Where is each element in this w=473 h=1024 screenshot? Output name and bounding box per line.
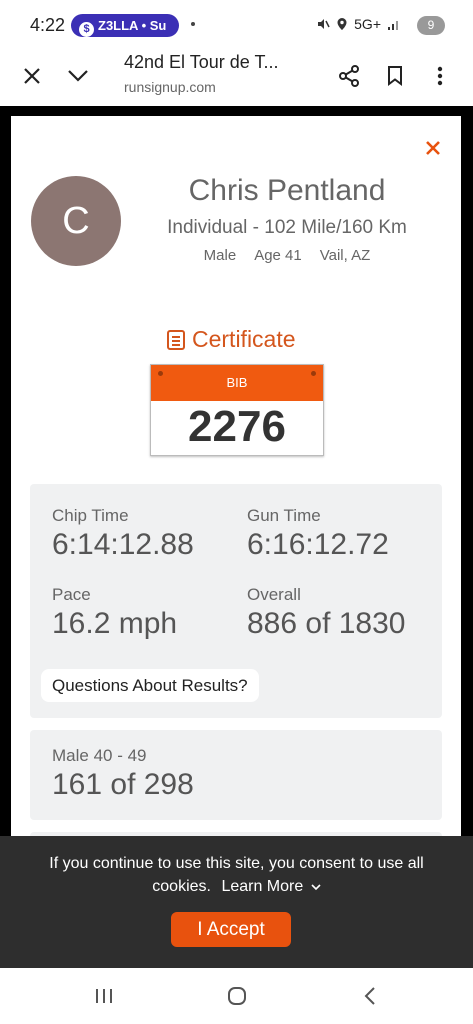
bookmark-button[interactable]	[375, 56, 415, 96]
questions-button[interactable]: Questions About Results?	[41, 669, 259, 702]
more-menu-button[interactable]	[420, 56, 460, 96]
learn-more-link[interactable]: Learn More	[221, 878, 321, 895]
bib-label: BIB	[226, 375, 248, 390]
status-bar: 4:22 $ Z3LLA • Su 5G+ 9	[0, 0, 473, 50]
age-group-card: Male 40 - 49 161 of 298	[30, 730, 442, 820]
cookie-banner: If you continue to use this site, you co…	[0, 836, 473, 968]
participant-age: Age 41	[254, 247, 302, 264]
overall-label: Overall	[247, 585, 301, 604]
chip-time-value: 6:14:12.88	[52, 528, 194, 561]
bib-pin-hole	[158, 371, 163, 376]
status-icons: 5G+	[316, 16, 401, 32]
notification-dot	[191, 22, 195, 26]
home-button[interactable]	[217, 978, 257, 1014]
page-url: runsignup.com	[124, 79, 216, 95]
gun-time-stat: Gun Time 6:16:12.72	[247, 506, 389, 562]
recents-icon	[96, 989, 112, 1003]
overall-value: 886 of 1830	[247, 607, 406, 640]
close-tab-button[interactable]	[12, 56, 52, 96]
results-card: Chip Time 6:14:12.88 Gun Time 6:16:12.72…	[30, 484, 442, 718]
participant-gender: Male	[203, 247, 237, 264]
status-pill-label: Z3LLA • Su	[98, 18, 167, 33]
share-button[interactable]	[329, 56, 369, 96]
close-icon	[426, 141, 440, 155]
avatar: C	[31, 176, 121, 266]
signal-icon	[388, 20, 398, 30]
bib-header: BIB	[151, 365, 323, 401]
back-button[interactable]	[350, 978, 390, 1014]
participant-name: Chris Pentland	[188, 174, 386, 207]
chip-time-label: Chip Time	[52, 506, 129, 525]
pace-value: 16.2 mph	[52, 607, 178, 640]
network-type: 5G+	[354, 16, 381, 32]
battery-badge: 9	[417, 16, 445, 35]
mute-icon	[318, 19, 330, 29]
pace-stat: Pace 16.2 mph	[52, 585, 177, 641]
chevron-down-icon	[68, 70, 88, 82]
modal-close-button[interactable]	[419, 134, 447, 162]
bib-pin-hole	[311, 371, 316, 376]
home-icon	[228, 987, 246, 1005]
certificate-label: Certificate	[192, 326, 296, 352]
app-icon: $	[79, 22, 94, 37]
cookie-message: If you continue to use this site, you co…	[20, 852, 453, 898]
pace-label: Pace	[52, 585, 91, 604]
age-group-value: 161 of 298	[52, 768, 194, 801]
bib-number: 2276	[188, 402, 286, 451]
system-nav-bar	[0, 968, 473, 1024]
share-icon	[339, 65, 359, 87]
bookmark-icon	[388, 66, 402, 86]
age-group-stat: Male 40 - 49 161 of 298	[52, 746, 194, 802]
certificate-icon	[167, 329, 185, 350]
chevron-down-icon	[311, 884, 321, 891]
page-title: 42nd El Tour de T...	[124, 52, 279, 72]
overall-stat: Overall 886 of 1830	[247, 585, 405, 641]
participant-location: Vail, AZ	[319, 247, 371, 264]
certificate-link[interactable]: Certificate	[166, 326, 296, 353]
status-time: 4:22	[30, 15, 66, 35]
accept-button[interactable]: I Accept	[171, 912, 291, 947]
minimize-button[interactable]	[58, 56, 98, 96]
status-pill[interactable]: $ Z3LLA • Su	[71, 14, 179, 37]
learn-more-label: Learn More	[221, 878, 304, 895]
location-icon	[337, 18, 347, 30]
gun-time-value: 6:16:12.72	[247, 528, 389, 561]
bib-card: BIB 2276	[150, 364, 324, 456]
participant-division: Individual - 102 Mile/160 Km	[167, 217, 407, 238]
back-icon	[364, 987, 375, 1005]
chip-time-stat: Chip Time 6:14:12.88	[52, 506, 194, 562]
age-group-label: Male 40 - 49	[52, 746, 147, 765]
close-icon	[24, 68, 40, 84]
participant-meta: Male Age 41 Vail, AZ	[137, 247, 437, 264]
gun-time-label: Gun Time	[247, 506, 321, 525]
more-vertical-icon	[437, 66, 443, 86]
recents-button[interactable]	[84, 978, 124, 1014]
result-modal: C Chris Pentland Individual - 102 Mile/1…	[11, 116, 461, 836]
